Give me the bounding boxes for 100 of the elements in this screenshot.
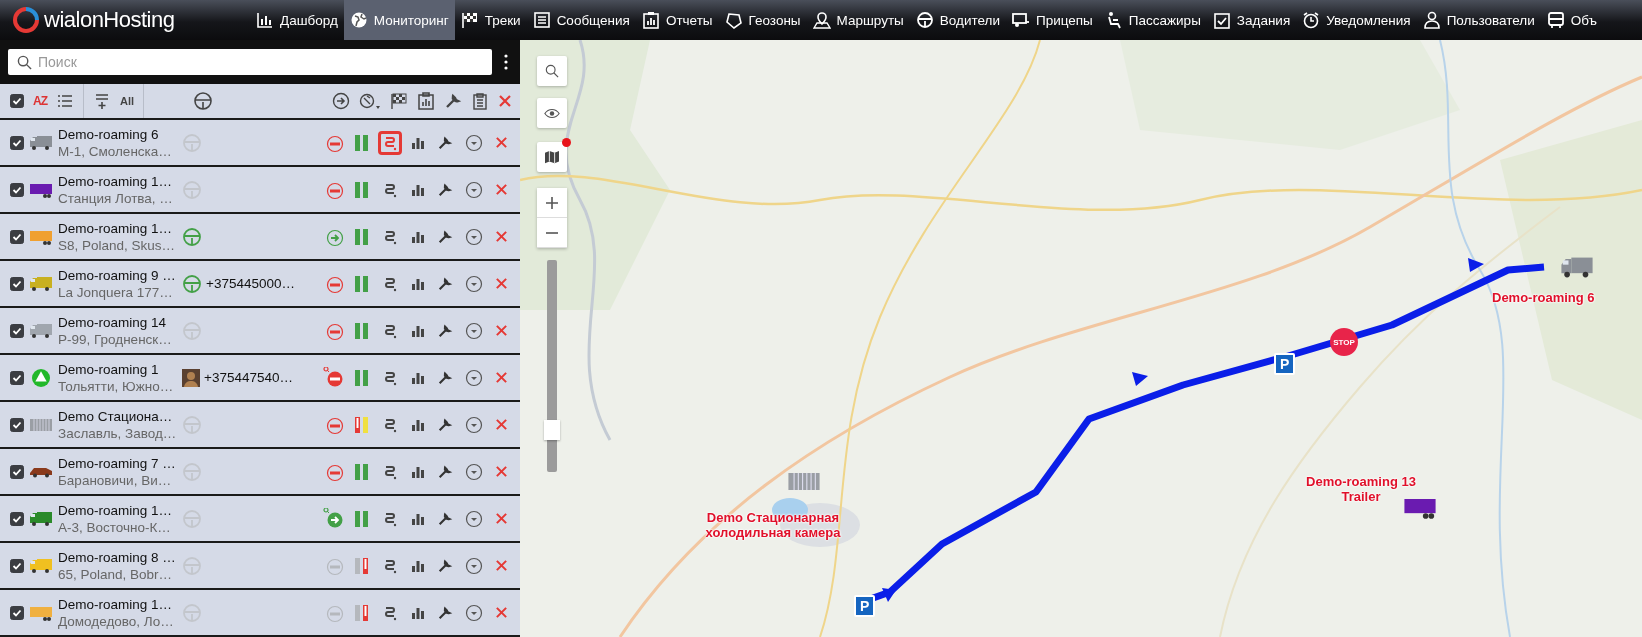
close-icon[interactable]	[495, 136, 508, 149]
unit-checkbox[interactable]	[10, 276, 24, 291]
wrench-icon[interactable]	[437, 369, 453, 386]
trailer-icon[interactable]	[29, 181, 53, 198]
moving-status-icon[interactable]	[323, 508, 344, 529]
nav-tab[interactable]: Пользователи	[1416, 0, 1541, 40]
truck-icon[interactable]	[29, 322, 53, 339]
wrench-icon[interactable]	[437, 275, 453, 292]
unit-row[interactable]: Demo-roaming 14 Р-99, Гродненск…	[0, 308, 520, 355]
wrench-icon[interactable]	[437, 557, 453, 574]
unit-checkbox[interactable]	[10, 511, 24, 526]
trailer-icon[interactable]	[29, 228, 53, 245]
unit-checkbox[interactable]	[10, 229, 24, 244]
add-to-list-icon[interactable]	[93, 92, 111, 110]
car-icon[interactable]	[29, 465, 53, 478]
nav-tab[interactable]: Маршруты	[806, 0, 910, 40]
wrench-icon[interactable]	[437, 463, 453, 480]
dropdown-icon[interactable]	[465, 556, 483, 575]
zoom-in-button[interactable]	[537, 188, 567, 218]
nav-tab[interactable]: Дашборд	[250, 0, 344, 40]
unit-row[interactable]: Demo-roaming 1… S8, Poland, Skus…	[0, 214, 520, 261]
connection-status-icon[interactable]	[354, 602, 370, 623]
nav-tab[interactable]: Уведомления	[1296, 0, 1417, 40]
unit-checkbox[interactable]	[10, 323, 24, 338]
nav-tab[interactable]: Объ	[1540, 0, 1603, 40]
wrench-icon[interactable]	[437, 134, 453, 151]
map-search-button[interactable]	[537, 56, 567, 86]
truck-icon[interactable]	[1560, 256, 1594, 279]
dropdown-icon[interactable]	[465, 603, 483, 622]
parking-marker[interactable]: P	[854, 595, 876, 617]
dropdown-icon[interactable]	[465, 180, 483, 199]
unit-checkbox[interactable]	[10, 558, 24, 573]
unit-checkbox[interactable]	[10, 605, 24, 620]
search-field[interactable]: Поиск	[8, 49, 492, 75]
unit-row[interactable]: Demo-roaming 6 М-1, Смоленска…	[0, 120, 520, 167]
connection-status-icon[interactable]	[354, 555, 370, 576]
bar-chart-icon[interactable]	[411, 511, 425, 526]
unit-row[interactable]: Demo Стациона… Заславль, Завод…	[0, 402, 520, 449]
wrench-icon[interactable]	[444, 92, 462, 110]
nav-tab[interactable]: Геозоны	[718, 0, 807, 40]
unit-checkbox[interactable]	[10, 417, 24, 432]
truck-icon[interactable]	[29, 557, 53, 574]
zoom-slider[interactable]	[547, 260, 557, 472]
wrench-icon[interactable]	[437, 510, 453, 527]
bar-chart-icon[interactable]	[411, 135, 425, 150]
nav-tab[interactable]: Прицепы	[1005, 0, 1099, 40]
unit-row[interactable]: Demo-roaming 1… А-3, Восточно-К…	[0, 496, 520, 543]
wrench-icon[interactable]	[437, 228, 453, 245]
close-icon[interactable]	[495, 418, 508, 431]
close-icon[interactable]	[495, 277, 508, 290]
dropdown-icon[interactable]	[465, 227, 483, 246]
dropdown-icon[interactable]	[465, 321, 483, 340]
bar-chart-icon[interactable]	[411, 464, 425, 479]
bar-chart-icon[interactable]	[411, 276, 425, 291]
unit-row[interactable]: Demo-roaming 7 … Барановичи, Ви…	[0, 449, 520, 496]
track-button[interactable]	[378, 130, 402, 155]
truck-icon[interactable]	[29, 134, 53, 151]
dropdown-icon[interactable]	[465, 133, 483, 152]
nav-tab[interactable]: Пассажиры	[1098, 0, 1207, 40]
connection-status-icon[interactable]	[354, 414, 370, 435]
trailer-icon[interactable]	[29, 604, 53, 621]
steering-wheel-icon[interactable]	[193, 91, 214, 111]
nav-tab[interactable]: Треки	[454, 0, 527, 40]
close-icon[interactable]	[495, 559, 508, 572]
close-icon[interactable]	[495, 183, 508, 196]
unit-row[interactable]: Demo-roaming 1… Домодедово, Ло…	[0, 590, 520, 637]
show-all-button[interactable]: All	[120, 95, 135, 107]
unit-row[interactable]: Demo-roaming 1… Станция Лотва, …	[0, 167, 520, 214]
bar-chart-icon[interactable]	[411, 605, 425, 620]
close-icon[interactable]	[498, 94, 512, 108]
trailer-icon[interactable]	[1403, 496, 1437, 519]
wrench-icon[interactable]	[437, 181, 453, 198]
visibility-button[interactable]	[537, 98, 567, 128]
unit-row[interactable]: Demo-roaming 8 … 65, Poland, Bobr…	[0, 543, 520, 590]
nav-tab[interactable]: Задания	[1206, 0, 1297, 40]
parking-marker[interactable]: P	[1274, 353, 1296, 375]
nav-tab[interactable]: Сообщения	[526, 0, 636, 40]
truck-icon[interactable]	[29, 275, 53, 292]
clipboard-icon[interactable]	[471, 92, 489, 110]
nav-tab[interactable]: Отчеты	[635, 0, 719, 40]
close-icon[interactable]	[495, 324, 508, 337]
unit-checkbox[interactable]	[10, 370, 24, 385]
bar-chart-icon[interactable]	[411, 370, 425, 385]
unit-checkbox[interactable]	[10, 135, 24, 150]
bar-chart-icon[interactable]	[411, 323, 425, 338]
dropdown-icon[interactable]	[465, 509, 483, 528]
zoom-slider-thumb[interactable]	[544, 419, 560, 440]
close-icon[interactable]	[495, 371, 508, 384]
close-icon[interactable]	[495, 465, 508, 478]
bar-chart-icon[interactable]	[411, 417, 425, 432]
bar-chart-icon[interactable]	[411, 558, 425, 573]
wrench-icon[interactable]	[437, 322, 453, 339]
dropdown-icon[interactable]	[465, 368, 483, 387]
nav-tab[interactable]: Водители	[909, 0, 1006, 40]
direction-icon[interactable]	[32, 368, 50, 387]
close-icon[interactable]	[495, 606, 508, 619]
unit-checkbox[interactable]	[10, 464, 24, 479]
unit-checkbox[interactable]	[10, 182, 24, 197]
unit-row[interactable]: Demo-roaming 1 Тольятти, Южно… +375447540…	[0, 355, 520, 402]
arrow-circle-icon[interactable]	[332, 92, 350, 110]
